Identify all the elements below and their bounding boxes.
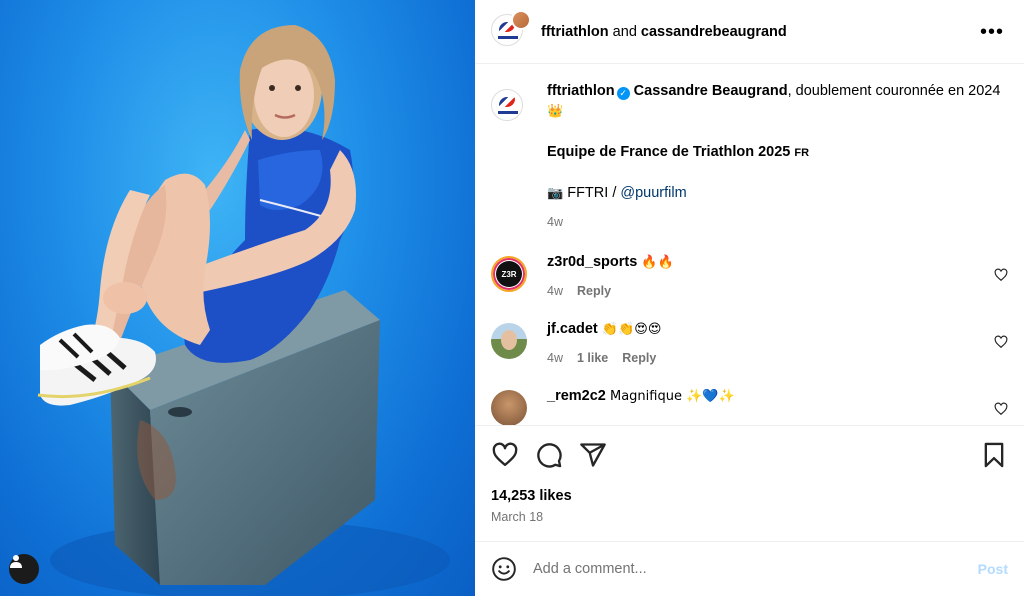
heart-icon[interactable] bbox=[491, 441, 519, 469]
comment-username[interactable]: _rem2c2 bbox=[547, 388, 606, 404]
more-icon: ••• bbox=[979, 20, 1004, 43]
comment-body: jf.cadet 👏👏😍😍 4w 1 like Reply bbox=[547, 319, 1008, 368]
caption-body: fftriathlon ✓ Cassandre Beaugrand, doublem… bbox=[547, 81, 1008, 232]
commenter-avatar[interactable] bbox=[491, 323, 527, 359]
caption-meta: 4w bbox=[547, 212, 1008, 232]
caption-credit: 📷 FFTRI / @puurfilm bbox=[547, 183, 1008, 204]
camera-emoji: 📷 bbox=[547, 186, 564, 201]
post-authors: fftriathlon and cassandrebeaugrand bbox=[541, 24, 787, 40]
caption-username[interactable]: fftriathlon bbox=[547, 83, 615, 99]
post-photo[interactable] bbox=[0, 0, 475, 596]
action-icons bbox=[491, 440, 1008, 470]
comment-time[interactable]: 4w bbox=[547, 351, 563, 365]
author-link-fftriathlon[interactable]: fftriathlon bbox=[541, 24, 609, 40]
more-options-button[interactable]: ••• bbox=[976, 18, 1008, 46]
user-tag-button[interactable] bbox=[9, 554, 39, 584]
comment-text: 👏👏😍😍 bbox=[597, 322, 662, 337]
comment-composer: Post bbox=[475, 541, 1024, 596]
caption-time[interactable]: 4w bbox=[547, 215, 563, 229]
avatar-face bbox=[501, 330, 517, 350]
crown-emoji: 👑 bbox=[547, 104, 564, 119]
author-link-cassandre[interactable]: cassandrebeaugrand bbox=[641, 24, 787, 40]
fft-logo bbox=[491, 89, 523, 121]
post-details-panel: fftriathlon and cassandrebeaugrand ••• f… bbox=[475, 0, 1024, 596]
comment-text: Magnifique ✨💙✨ bbox=[605, 389, 735, 404]
z3r0d-logo: Z3R bbox=[496, 261, 522, 287]
post-actions: 14,253 likes March 18 bbox=[475, 425, 1024, 524]
caption-text: fftriathlon ✓ Cassandre Beaugrand, doublem… bbox=[547, 81, 1008, 122]
bookmark-icon[interactable] bbox=[980, 441, 1008, 469]
caption-avatar[interactable] bbox=[491, 89, 527, 125]
comment-username[interactable]: jf.cadet bbox=[547, 321, 598, 337]
post-header: fftriathlon and cassandrebeaugrand ••• bbox=[475, 0, 1024, 64]
verified-badge-icon: ✓ bbox=[616, 87, 630, 100]
comment-input[interactable] bbox=[533, 561, 978, 577]
commenter-avatar[interactable]: Z3R bbox=[491, 256, 527, 292]
comment-likes[interactable]: 1 like bbox=[577, 351, 608, 365]
comment-text: 🔥🔥 bbox=[637, 255, 674, 270]
post-button[interactable]: Post bbox=[978, 561, 1008, 577]
post-date[interactable]: March 18 bbox=[491, 510, 1008, 524]
comment-username[interactable]: z3r0d_sports bbox=[547, 254, 637, 270]
cassandre-avatar bbox=[511, 9, 531, 30]
smiley-icon[interactable] bbox=[491, 556, 517, 582]
comment-meta: 4w Reply bbox=[547, 281, 1008, 301]
comment-time[interactable]: 4w bbox=[547, 284, 563, 298]
comment-like-heart-icon[interactable] bbox=[994, 335, 1008, 349]
comment-like-heart-icon[interactable] bbox=[994, 402, 1008, 416]
authors-joiner: and bbox=[608, 23, 641, 40]
like-count[interactable]: 14,253 likes bbox=[491, 488, 1008, 504]
flag-label: FR bbox=[794, 147, 810, 159]
credit-text: FFTRI / bbox=[563, 185, 621, 201]
caption-team: Equipe de France de Triathlon 2025 bbox=[547, 144, 791, 160]
puurfilm-link[interactable]: @puurfilm bbox=[620, 185, 686, 201]
comments-list[interactable]: fftriathlon ✓ Cassandre Beaugrand, doublem… bbox=[475, 65, 1024, 425]
comment-icon[interactable] bbox=[535, 441, 563, 469]
collab-avatar[interactable] bbox=[491, 9, 531, 50]
reply-button[interactable]: Reply bbox=[622, 351, 656, 365]
athlete-photo-illustration bbox=[37, 25, 450, 596]
caption-line1: , doublement couronnée en 2024 bbox=[787, 83, 1001, 99]
comment-row: Z3R z3r0d_sports 🔥🔥 4w Reply bbox=[491, 252, 1008, 301]
reply-button[interactable]: Reply bbox=[577, 284, 611, 298]
commenter-avatar[interactable] bbox=[491, 390, 527, 425]
caption-line2: Equipe de France de Triathlon 2025 FR bbox=[547, 142, 1008, 163]
share-icon[interactable] bbox=[579, 441, 607, 469]
comment-row: _rem2c2 Magnifique ✨💙✨ bbox=[491, 386, 1008, 425]
comment-like-heart-icon[interactable] bbox=[994, 268, 1008, 282]
comment-meta: 4w 1 like Reply bbox=[547, 348, 1008, 368]
user-tag-icon bbox=[10, 555, 22, 568]
comment-body: _rem2c2 Magnifique ✨💙✨ bbox=[547, 386, 1008, 425]
caption: fftriathlon ✓ Cassandre Beaugrand, doublem… bbox=[491, 81, 1008, 232]
caption-highlight[interactable]: Cassandre Beaugrand bbox=[634, 83, 788, 99]
comment-row: jf.cadet 👏👏😍😍 4w 1 like Reply bbox=[491, 319, 1008, 368]
comment-body: z3r0d_sports 🔥🔥 4w Reply bbox=[547, 252, 1008, 301]
